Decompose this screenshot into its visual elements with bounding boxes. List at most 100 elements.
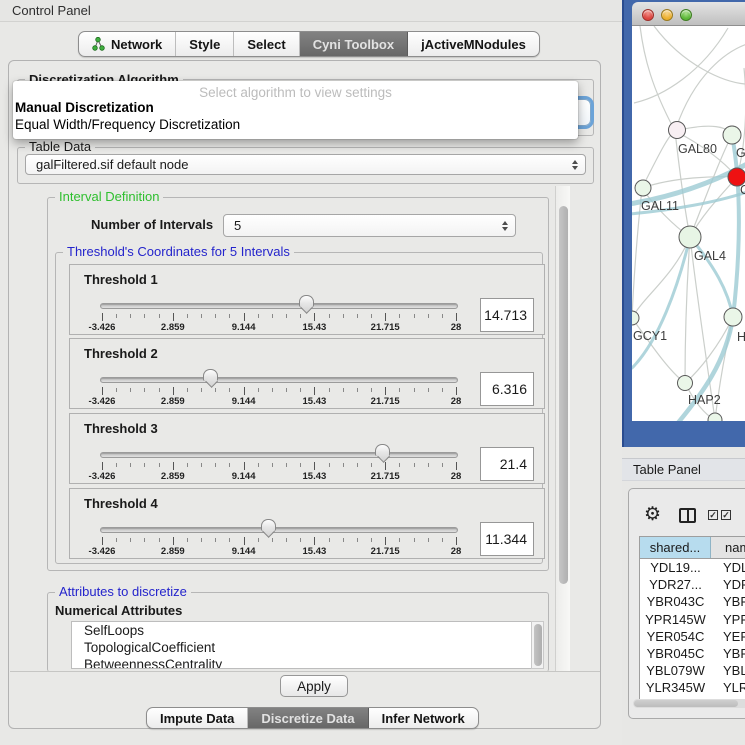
network-edge[interactable] (642, 131, 675, 188)
scrollbar-thumb[interactable] (559, 206, 568, 584)
network-edge[interactable] (654, 26, 745, 84)
tick-mark (329, 538, 330, 542)
slider-thumb[interactable] (261, 519, 276, 531)
tab-select[interactable]: Select (234, 32, 299, 56)
tab-style[interactable]: Style (176, 32, 234, 56)
cell-shared-name[interactable]: YLR345W (640, 680, 711, 695)
attribute-list-item[interactable]: BetweennessCentrality (72, 656, 531, 669)
close-traffic-light[interactable] (642, 9, 654, 21)
tick-mark (286, 463, 287, 467)
cell-name[interactable]: YDL1 (711, 560, 745, 575)
scrollbar-thumb[interactable] (634, 700, 738, 707)
table-row[interactable]: YDL19...YDL1 (640, 559, 745, 576)
tab-jactivemnodules[interactable]: jActiveMNodules (408, 32, 539, 56)
cell-shared-name[interactable]: YDR27... (640, 577, 711, 592)
network-node[interactable] (723, 126, 741, 144)
network-edge-thick[interactable] (732, 135, 739, 317)
cell-name[interactable]: YPR1 (711, 612, 745, 627)
network-edge[interactable] (675, 44, 745, 131)
network-edge[interactable] (640, 26, 675, 131)
numerical-attributes-list[interactable]: SelfLoopsTopologicalCoefficientBetweenne… (71, 621, 531, 669)
table-data-combo[interactable]: galFiltered.sif default node (25, 154, 586, 175)
network-node[interactable] (669, 122, 686, 139)
settings-scrollbar[interactable] (555, 186, 570, 671)
threshold-1-slider[interactable]: -3.4262.8599.14415.4321.71528 (100, 295, 458, 333)
cell-shared-name[interactable]: YBR043C (640, 594, 711, 609)
slider-thumb[interactable] (203, 369, 218, 381)
tick-mark (428, 463, 429, 467)
zoom-traffic-light[interactable] (680, 9, 692, 21)
algorithm-option-equal-width[interactable]: Equal Width/Frequency Discretization (13, 116, 578, 133)
cell-name[interactable]: YDR2 (711, 577, 745, 592)
cell-name[interactable]: YBR0 (711, 646, 745, 661)
checkbox-icon[interactable]: ✓ (721, 510, 731, 520)
slider-track[interactable] (100, 303, 458, 309)
cell-shared-name[interactable]: YDL19... (640, 560, 711, 575)
columns-icon[interactable] (679, 508, 696, 523)
attributes-list-scrollbar[interactable] (531, 621, 544, 669)
column-header-shared-name[interactable]: shared... (640, 537, 711, 558)
network-edge[interactable] (632, 237, 690, 318)
tick-mark (329, 463, 330, 467)
slider-track[interactable] (100, 452, 458, 458)
algorithm-option-manual[interactable]: Manual Discretization (13, 99, 578, 116)
minimize-traffic-light[interactable] (661, 9, 673, 21)
threshold-3-value-field[interactable]: 21.4 (480, 447, 534, 481)
slider-track[interactable] (100, 527, 458, 533)
attribute-list-item[interactable]: TopologicalCoefficient (72, 639, 531, 656)
threshold-4-slider[interactable]: -3.4262.8599.14415.4321.71528 (100, 519, 458, 557)
tab-infer-network[interactable]: Infer Network (369, 708, 478, 728)
gear-icon[interactable]: ⚙ (644, 505, 661, 524)
table-horizontal-scrollbar[interactable] (633, 699, 745, 708)
cell-shared-name[interactable]: YBR045C (640, 646, 711, 661)
cell-name[interactable]: YBL0 (711, 663, 745, 678)
table-row[interactable]: YLR345WYLR3 (640, 679, 745, 696)
slider-thumb[interactable] (299, 295, 314, 307)
table-row[interactable]: YER054CYER0 (640, 628, 745, 645)
threshold-2-value-field[interactable]: 6.316 (480, 372, 534, 406)
cell-shared-name[interactable]: YBL079W (640, 663, 711, 678)
tab-cyni-toolbox[interactable]: Cyni Toolbox (300, 32, 408, 56)
network-edge-thick[interactable] (632, 237, 690, 368)
cell-name[interactable]: YLR3 (711, 680, 745, 695)
apply-button[interactable]: Apply (280, 675, 348, 697)
threshold-1-value-field[interactable]: 14.713 (480, 298, 534, 332)
network-node-label: GAL80 (678, 142, 717, 156)
checkbox-icon[interactable]: ✓ (708, 510, 718, 520)
threshold-2-slider[interactable]: -3.4262.8599.14415.4321.71528 (100, 369, 458, 407)
algorithm-prompt-item[interactable]: Select algorithm to view settings (13, 81, 578, 99)
tick-mark (244, 462, 245, 470)
tab-impute-data[interactable]: Impute Data (147, 708, 248, 728)
threshold-4-value-field[interactable]: 11.344 (480, 522, 534, 556)
cell-shared-name[interactable]: YPR145W (640, 612, 711, 627)
table-row[interactable]: YDR27...YDR2 (640, 576, 745, 593)
network-view-canvas[interactable]: GAL80GAL11GAL4GCY1HAP2GCH (632, 26, 745, 421)
tick-mark (399, 463, 400, 467)
number-of-intervals-value: 5 (234, 218, 241, 233)
column-header-name[interactable]: name (711, 537, 745, 558)
cell-name[interactable]: YBR0 (711, 594, 745, 609)
cell-shared-name[interactable]: YER054C (640, 629, 711, 644)
network-node[interactable] (678, 376, 693, 391)
attribute-list-item[interactable]: SelfLoops (72, 622, 531, 639)
table-row[interactable]: YBR045CYBR0 (640, 645, 745, 662)
network-window-titlebar[interactable] (632, 2, 745, 26)
network-node[interactable] (708, 413, 722, 421)
network-node[interactable] (632, 311, 639, 325)
tab-discretize-data[interactable]: Discretize Data (248, 708, 368, 728)
network-node[interactable] (635, 180, 651, 196)
slider-thumb[interactable] (375, 444, 390, 456)
slider-track[interactable] (100, 377, 458, 383)
number-of-intervals-combo[interactable]: 5 (223, 214, 516, 237)
tick-mark (116, 388, 117, 392)
table-row[interactable]: YPR145WYPR1 (640, 611, 745, 628)
network-node[interactable] (679, 226, 701, 248)
table-row[interactable]: YBR043CYBR0 (640, 593, 745, 610)
network-node[interactable] (724, 308, 742, 326)
cell-name[interactable]: YER0 (711, 629, 745, 644)
table-row[interactable]: YBL079WYBL0 (640, 662, 745, 679)
scrollbar-thumb[interactable] (534, 624, 542, 666)
tab-network[interactable]: Network (79, 32, 176, 56)
threshold-3-slider[interactable]: -3.4262.8599.14415.4321.71528 (100, 444, 458, 482)
network-node-label: HAP2 (688, 393, 721, 407)
